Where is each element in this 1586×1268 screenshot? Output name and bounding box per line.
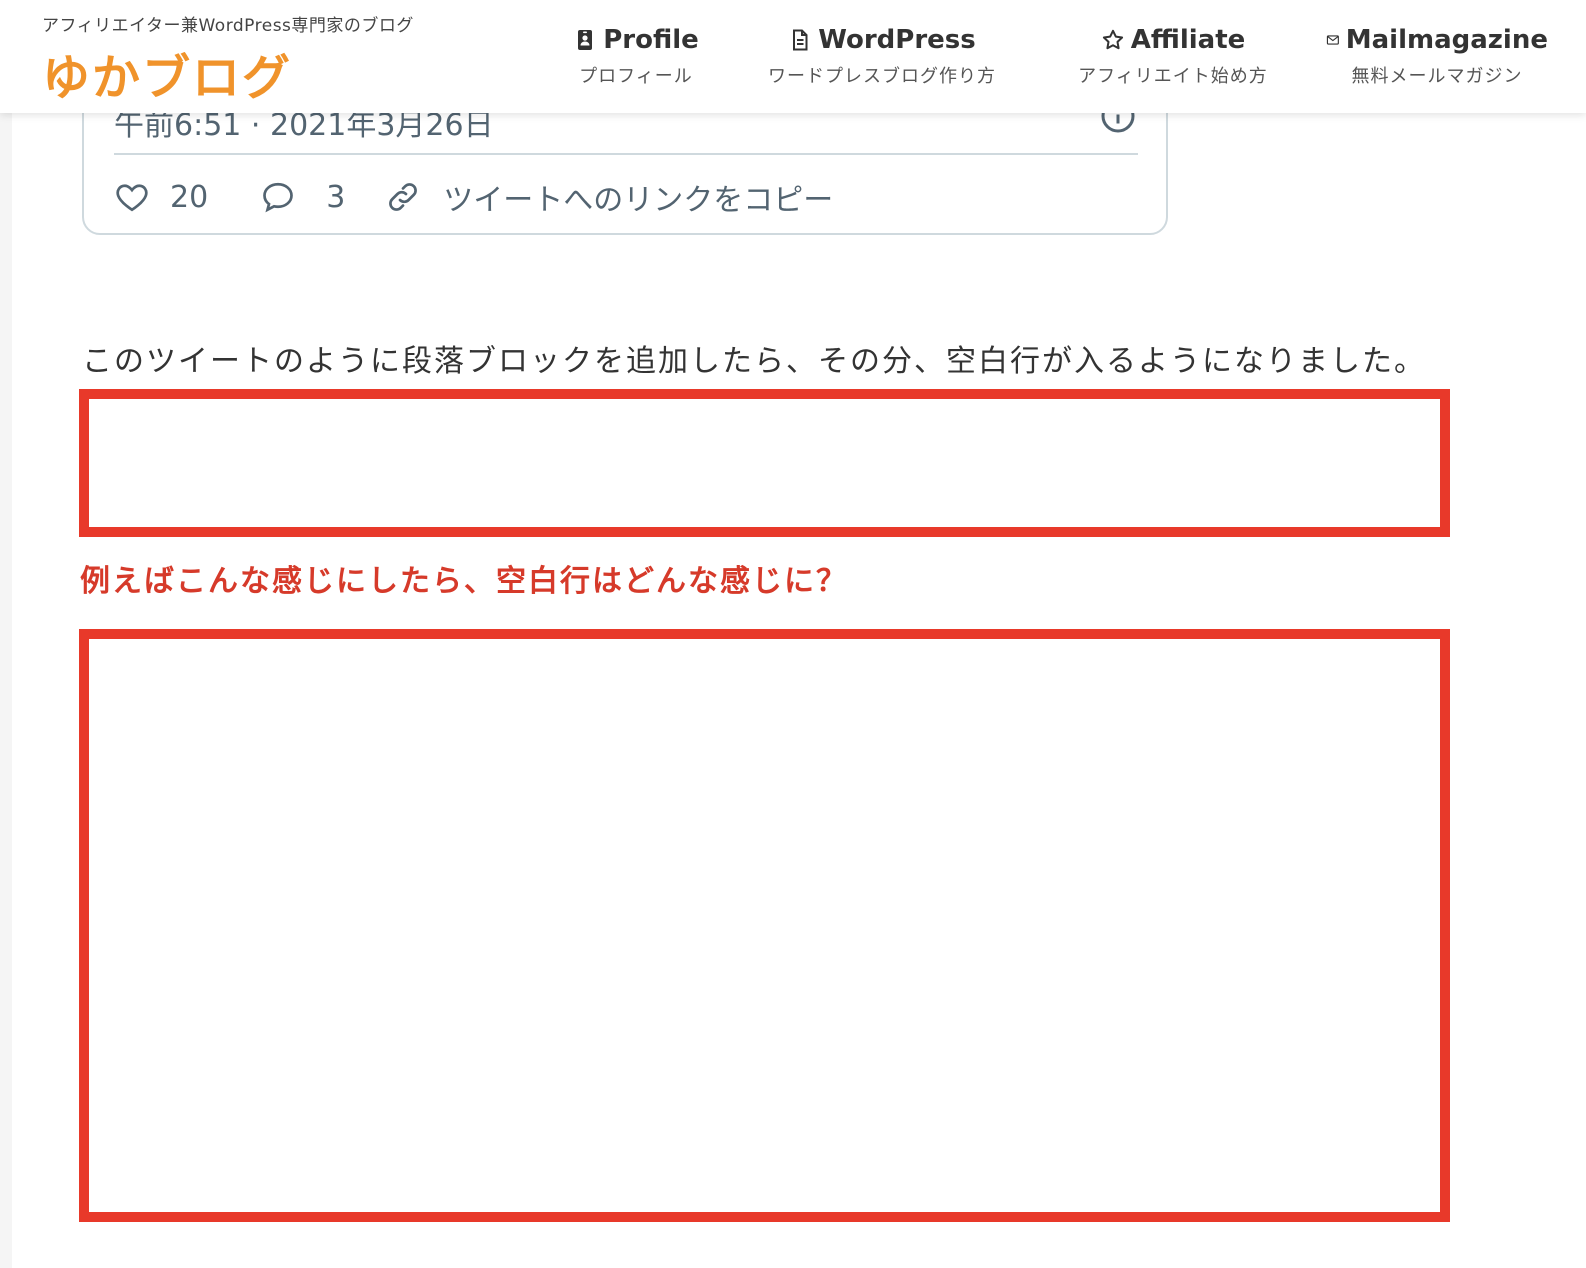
tweet-divider: [114, 153, 1138, 155]
nav-sublabel: 無料メールマガジン: [1351, 66, 1523, 87]
speech-bubble-icon: [263, 182, 294, 213]
nav-item-mailmagazine[interactable]: Mailmagazine 無料メールマガジン: [1326, 22, 1548, 88]
reply-button[interactable]: 3: [260, 179, 345, 215]
nav-item-wordpress[interactable]: WordPress ワードプレスブログ作り方: [750, 22, 1014, 88]
nav-sublabel: プロフィール: [579, 66, 693, 87]
heart-icon: [116, 184, 148, 212]
tweet-actions: 20 3 ツイートへのリンクをコピー: [114, 172, 833, 222]
copy-link-button[interactable]: ツイートへのリンクをコピー: [385, 175, 833, 219]
nav-sublabel: ワードプレスブログ作り方: [768, 66, 996, 87]
nav-label: Profile: [603, 25, 699, 55]
nav-item-profile[interactable]: Profile プロフィール: [571, 22, 701, 88]
highlight-box-blank-line: [79, 389, 1450, 537]
like-count: 20: [170, 179, 209, 215]
highlight-box-large-blank: [79, 629, 1450, 1222]
id-badge-icon: [578, 30, 593, 50]
copy-link-label: ツイートへのリンクをコピー: [443, 183, 834, 218]
like-button[interactable]: 20: [114, 179, 208, 215]
link-icon: [389, 183, 418, 211]
nav-sublabel: アフィリエイト始め方: [1078, 66, 1268, 87]
left-sidebar-strip: [0, 0, 12, 1268]
reply-count: 3: [326, 179, 346, 215]
main-nav: Profile プロフィール WordPress ワードプレスブログ作り方 Af…: [0, 22, 1586, 102]
site-header: アフィリエイター兼WordPress専門家のブログ ゆかブログ Profile …: [0, 0, 1586, 113]
paragraph-text: このツイートのように段落ブロックを追加したら、その分、空白行が入るようになりまし…: [82, 344, 1426, 379]
nav-label: Mailmagazine: [1345, 25, 1548, 55]
red-emphasis-heading: 例えばこんな感じにしたら、空白行はどんな感じに？: [80, 564, 848, 599]
page: 午前6:51 · 2021年3月26日 20 3 ツイートへのリンクをコピー こ…: [0, 0, 1586, 1268]
nav-label: Affiliate: [1130, 25, 1246, 55]
nav-item-affiliate[interactable]: Affiliate アフィリエイト始め方: [1063, 22, 1283, 88]
star-icon: [1102, 29, 1123, 50]
envelope-icon: [1326, 35, 1339, 45]
document-icon: [793, 29, 808, 51]
nav-label: WordPress: [818, 25, 976, 55]
